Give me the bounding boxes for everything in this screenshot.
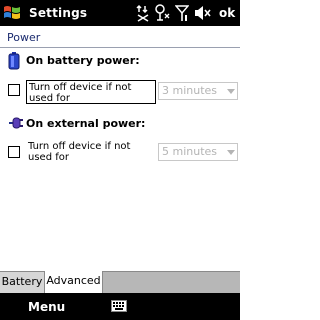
external-timeout-value: 5 minutes (162, 145, 218, 158)
volume-muted-icon[interactable] (194, 3, 212, 23)
ok-button[interactable]: ok (219, 4, 235, 22)
chevron-down-icon (227, 89, 235, 94)
battery-heading-label: On battery power: (26, 54, 140, 67)
signal-icon[interactable] (175, 3, 189, 23)
header-divider (0, 47, 240, 48)
battery-timeout-value: 3 minutes (162, 84, 218, 97)
soft-key-bar: Menu (0, 293, 240, 320)
tab-battery[interactable]: Battery (0, 272, 45, 293)
page-title: Power (7, 31, 41, 44)
battery-timeout-label[interactable]: Turn off device if not used for (26, 80, 156, 104)
title-bar: Settings ok (0, 0, 240, 26)
external-heading-label: On external power: (26, 117, 146, 130)
network-status-icon[interactable] (154, 3, 170, 23)
external-timeout-label[interactable]: Turn off device if not used for (26, 140, 156, 164)
connectivity-icon[interactable] (136, 3, 150, 23)
keyboard-icon[interactable] (111, 300, 127, 312)
battery-timeout-select[interactable]: 3 minutes (158, 82, 238, 100)
windows-start-icon[interactable] (3, 4, 21, 22)
external-timeout-checkbox[interactable] (8, 146, 20, 158)
window-title: Settings (29, 6, 88, 20)
tab-strip: Battery Advanced (0, 271, 240, 293)
battery-timeout-checkbox[interactable] (8, 84, 20, 96)
menu-soft-key[interactable]: Menu (28, 298, 65, 316)
plug-icon (9, 117, 23, 129)
tab-advanced[interactable]: Advanced (45, 271, 103, 293)
chevron-down-icon (227, 150, 235, 155)
external-timeout-select[interactable]: 5 minutes (158, 143, 238, 161)
battery-icon (8, 52, 20, 70)
